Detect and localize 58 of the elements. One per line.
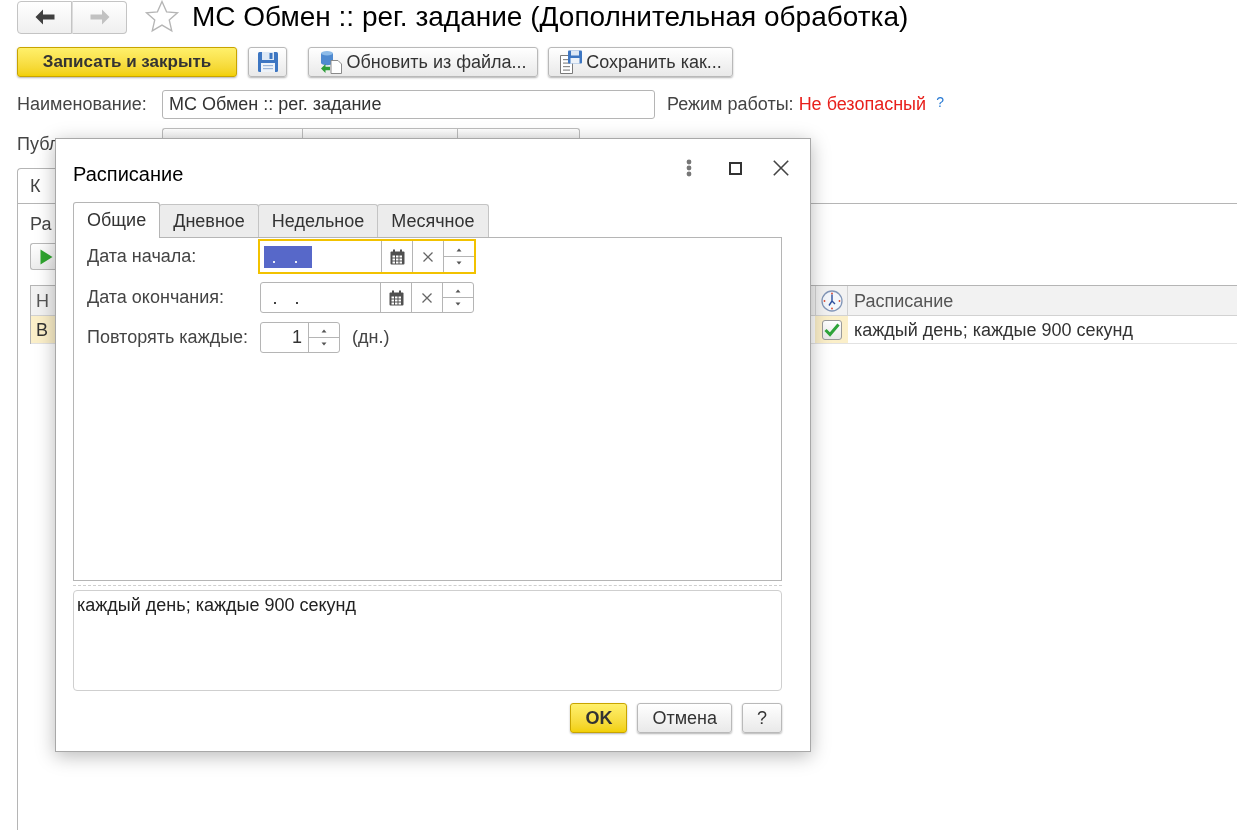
segment-button[interactable] <box>457 128 580 138</box>
number-field[interactable]: 1 <box>260 322 340 353</box>
dialog-button[interactable]: Отмена <box>637 703 732 733</box>
segment-button[interactable] <box>302 128 457 138</box>
table-cell-text: каждый день; каждые 900 секунд <box>853 319 1134 342</box>
spin-buttons[interactable] <box>442 283 473 312</box>
date-field[interactable]: . . <box>260 282 474 313</box>
save-and-close-button[interactable]: Записать и закрыть <box>17 47 237 77</box>
back-arrow-icon <box>34 9 55 25</box>
dialog-title: Расписание <box>72 162 184 187</box>
maximize-icon <box>728 161 742 175</box>
forward-arrow-icon <box>89 9 110 25</box>
mode-label: Режим работы: <box>667 93 794 116</box>
field-label: Повторять каждые: <box>87 326 250 349</box>
database-file-arrow-icon <box>319 50 344 74</box>
tab[interactable]: Недельное <box>257 204 379 237</box>
clear-x-icon <box>423 251 433 262</box>
unit-label: (дн.) <box>352 326 390 349</box>
name-input[interactable]: МС Обмен :: рег. задание <box>162 90 655 119</box>
tab[interactable]: К <box>17 168 55 203</box>
play-icon <box>40 248 53 265</box>
name-label: Наименование: <box>17 93 148 116</box>
document-floppy-icon <box>559 50 584 74</box>
date-value: . . <box>271 286 307 309</box>
tab[interactable]: Месячное <box>377 204 489 237</box>
checkbox[interactable] <box>821 319 842 340</box>
close-icon <box>773 160 789 176</box>
calendar-icon <box>389 248 405 265</box>
number-value: 1 <box>291 326 303 349</box>
save-button[interactable] <box>248 47 287 77</box>
tab[interactable]: Дневное <box>159 204 259 237</box>
update-from-file-button[interactable]: Обновить из файла... <box>308 47 538 77</box>
spin-buttons[interactable] <box>443 241 474 272</box>
run-button[interactable] <box>30 243 55 270</box>
window-title: МС Обмен :: рег. задание (Дополнительная обработка) <box>192 0 909 34</box>
back-button[interactable] <box>17 0 72 34</box>
column-header: Расписание <box>853 290 955 313</box>
calendar-icon <box>388 289 404 306</box>
field-label: Дата окончания: <box>87 286 226 309</box>
ok-button[interactable]: OK <box>570 703 628 733</box>
date-field[interactable]: . . <box>258 239 476 274</box>
save-as-button[interactable]: Сохранить как... <box>548 47 733 77</box>
table-cell: В <box>31 316 56 343</box>
mode-value: Не безопасный <box>798 93 927 116</box>
dialog-button[interactable]: ? <box>742 703 782 733</box>
star-icon[interactable] <box>144 0 180 34</box>
segment-button[interactable] <box>162 128 302 138</box>
tab[interactable]: Общие <box>73 202 161 238</box>
checkmark-icon <box>823 322 840 337</box>
field-label: Дата начала: <box>87 245 198 268</box>
spin-buttons[interactable] <box>308 323 339 352</box>
date-value: . . <box>264 245 312 268</box>
summary-field: каждый день; каждые 900 секунд <box>73 590 782 691</box>
more-vertical-icon <box>686 159 692 177</box>
clock-icon <box>820 289 843 312</box>
clear-x-icon <box>422 292 432 303</box>
section-label: Ра <box>30 213 52 235</box>
help-link[interactable]: ? <box>936 94 944 110</box>
